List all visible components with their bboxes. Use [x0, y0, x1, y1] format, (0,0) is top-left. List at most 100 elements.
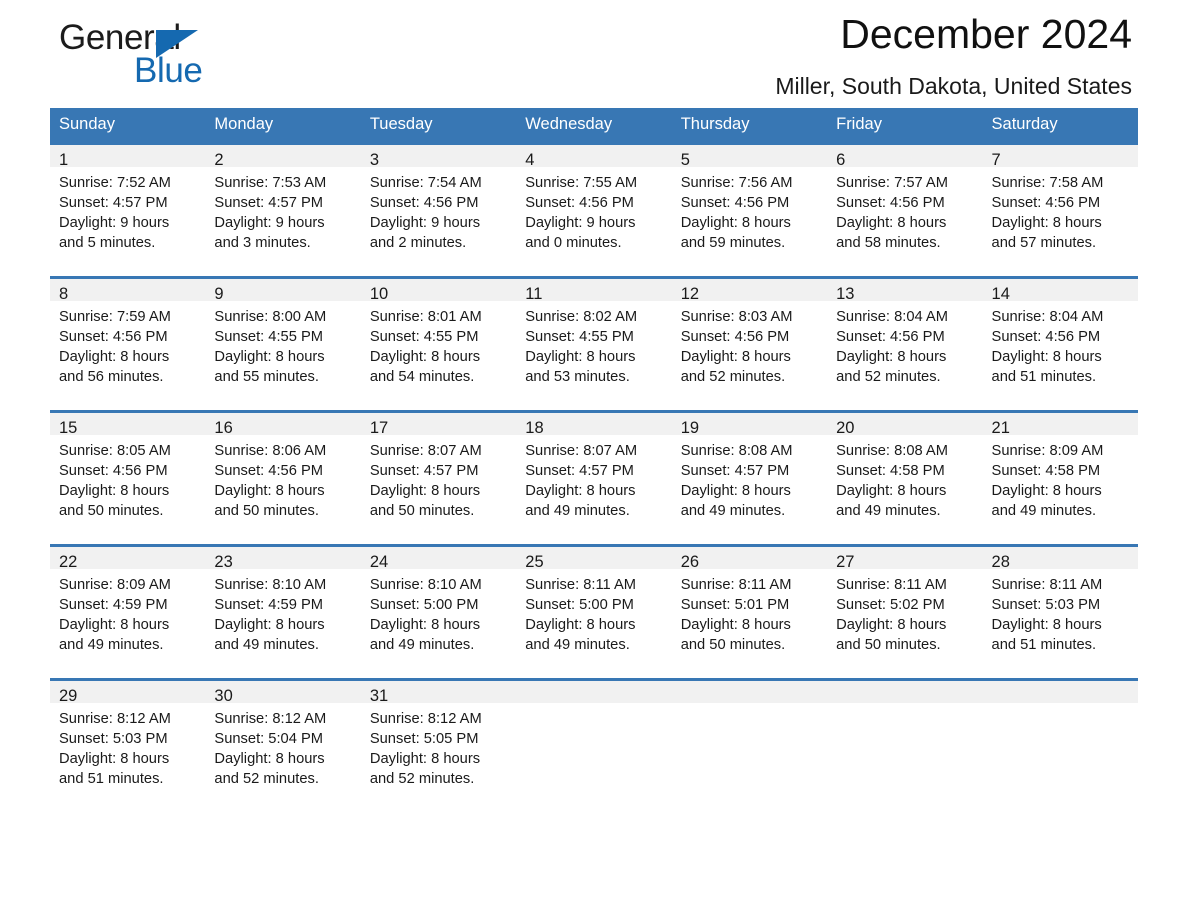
- calendar-day-cell[interactable]: 12 Sunrise: 8:03 AM Sunset: 4:56 PM Dayligh…: [671, 276, 828, 412]
- day-cell-body: 5 Sunrise: 7:56 AM Sunset: 4:56 PM Daylight…: [671, 145, 828, 276]
- sunrise-text: Sunrise: 8:11 AM: [991, 577, 1103, 593]
- sunset-text: Sunset: 5:04 PM: [214, 731, 324, 747]
- daylight-text: and 50 minutes.: [214, 503, 319, 519]
- calendar-day-cell[interactable]: 7 Sunrise: 7:58 AM Sunset: 4:56 PM Daylight…: [982, 142, 1138, 278]
- daylight-text: Daylight: 8 hours: [214, 483, 325, 499]
- day-sun-info: Sunrise: 8:01 AM Sunset: 4:55 PM Daylight:…: [361, 301, 516, 387]
- day-sun-info: Sunrise: 8:10 AM Sunset: 4:59 PM Daylight:…: [205, 569, 360, 655]
- sunrise-text: Sunrise: 8:07 AM: [525, 443, 638, 459]
- daylight-text: and 57 minutes.: [991, 235, 1097, 251]
- daylight-text: Daylight: 9 hours: [525, 215, 636, 231]
- sunrise-text: Sunrise: 8:10 AM: [369, 577, 482, 593]
- day-number: 20: [827, 413, 983, 437]
- calendar-day-cell[interactable]: 28 Sunrise: 8:11 AM Sunset: 5:03 PM Dayligh…: [982, 544, 1138, 680]
- calendar-day-cell[interactable]: 6 Sunrise: 7:57 AM Sunset: 4:56 PM Daylight…: [827, 142, 983, 278]
- day-number: 18: [516, 413, 672, 437]
- weekday-header-friday: Friday: [827, 108, 983, 144]
- sunset-text: Sunset: 4:59 PM: [214, 597, 324, 613]
- day-sun-info: Sunrise: 7:59 AM Sunset: 4:56 PM Daylight:…: [50, 301, 205, 387]
- daylight-text: and 51 minutes.: [991, 637, 1097, 653]
- calendar-day-cell[interactable]: 4 Sunrise: 7:55 AM Sunset: 4:56 PM Daylight…: [516, 142, 672, 278]
- sunset-text: Sunset: 4:56 PM: [680, 195, 790, 211]
- calendar-day-cell[interactable]: 23 Sunrise: 8:10 AM Sunset: 4:59 PM Dayligh…: [205, 544, 361, 680]
- calendar-day-cell[interactable]: 26 Sunrise: 8:11 AM Sunset: 5:01 PM Dayligh…: [671, 544, 828, 680]
- sunrise-text: Sunrise: 8:09 AM: [59, 577, 171, 593]
- calendar-day-cell[interactable]: 21 Sunrise: 8:09 AM Sunset: 4:58 PM Dayligh…: [982, 410, 1138, 546]
- calendar-day-cell[interactable]: 17 Sunrise: 8:07 AM Sunset: 4:57 PM Dayligh…: [360, 410, 517, 546]
- day-sun-info: Sunrise: 8:11 AM Sunset: 5:02 PM Daylight:…: [827, 569, 982, 655]
- day-number: 2: [205, 145, 361, 169]
- sunset-text: Sunset: 4:57 PM: [680, 463, 790, 479]
- location-subtitle: Miller, South Dakota, United States: [775, 73, 1132, 99]
- daylight-text: and 49 minutes.: [59, 637, 164, 653]
- calendar-day-cell[interactable]: 3 Sunrise: 7:54 AM Sunset: 4:56 PM Daylight…: [360, 142, 517, 278]
- calendar-day-cell[interactable]: 2 Sunrise: 7:53 AM Sunset: 4:57 PM Daylight…: [205, 142, 361, 278]
- day-cell-body: 22 Sunrise: 8:09 AM Sunset: 4:59 PM Dayligh…: [50, 547, 206, 678]
- daylight-text: and 53 minutes.: [525, 369, 630, 385]
- day-cell-body: 18 Sunrise: 8:07 AM Sunset: 4:57 PM Dayligh…: [516, 413, 672, 544]
- weekday-header-thursday: Thursday: [671, 108, 828, 144]
- calendar-day-cell[interactable]: 25 Sunrise: 8:11 AM Sunset: 5:00 PM Dayligh…: [516, 544, 672, 680]
- sunrise-text: Sunrise: 7:52 AM: [59, 175, 171, 191]
- daylight-text: and 51 minutes.: [991, 369, 1097, 385]
- day-number: [516, 681, 672, 703]
- calendar-day-cell[interactable]: 31 Sunrise: 8:12 AM Sunset: 5:05 PM Dayligh…: [360, 678, 517, 812]
- day-sun-info: Sunrise: 8:04 AM Sunset: 4:56 PM Daylight:…: [983, 301, 1138, 387]
- day-cell-body: 3 Sunrise: 7:54 AM Sunset: 4:56 PM Daylight…: [360, 145, 517, 276]
- calendar-day-cell[interactable]: 29 Sunrise: 8:12 AM Sunset: 5:03 PM Dayligh…: [50, 678, 206, 812]
- day-cell-body: 29 Sunrise: 8:12 AM Sunset: 5:03 PM Dayligh…: [50, 681, 206, 812]
- calendar-week-row: 8 Sunrise: 7:59 AM Sunset: 4:56 PM Daylight…: [50, 276, 1138, 412]
- daylight-text: and 5 minutes.: [59, 235, 156, 251]
- daylight-text: Daylight: 8 hours: [525, 617, 636, 633]
- calendar-day-cell[interactable]: 8 Sunrise: 7:59 AM Sunset: 4:56 PM Daylight…: [50, 276, 206, 412]
- calendar-day-cell[interactable]: 1 Sunrise: 7:52 AM Sunset: 4:57 PM Daylight…: [50, 142, 206, 278]
- calendar-day-cell[interactable]: 13 Sunrise: 8:04 AM Sunset: 4:56 PM Dayligh…: [827, 276, 983, 412]
- calendar-day-cell[interactable]: 30 Sunrise: 8:12 AM Sunset: 5:04 PM Dayligh…: [205, 678, 361, 812]
- calendar-day-cell[interactable]: 18 Sunrise: 8:07 AM Sunset: 4:57 PM Dayligh…: [516, 410, 672, 546]
- calendar-empty-cell: [671, 678, 828, 812]
- daylight-text: Daylight: 8 hours: [836, 483, 947, 499]
- day-cell-body: [982, 681, 1138, 812]
- sunset-text: Sunset: 5:02 PM: [836, 597, 945, 613]
- sunset-text: Sunset: 4:56 PM: [991, 329, 1101, 345]
- daylight-text: and 56 minutes.: [59, 369, 164, 385]
- daylight-text: and 49 minutes.: [680, 503, 786, 519]
- calendar-day-cell[interactable]: 9 Sunrise: 8:00 AM Sunset: 4:55 PM Daylight…: [205, 276, 361, 412]
- day-sun-info: Sunrise: 8:11 AM Sunset: 5:00 PM Daylight:…: [516, 569, 671, 655]
- day-sun-info: Sunrise: 8:08 AM Sunset: 4:58 PM Daylight:…: [827, 435, 982, 521]
- daylight-text: Daylight: 8 hours: [680, 483, 791, 499]
- calendar-day-cell[interactable]: 19 Sunrise: 8:08 AM Sunset: 4:57 PM Dayligh…: [671, 410, 828, 546]
- day-number: 5: [671, 145, 828, 169]
- calendar-day-cell[interactable]: 22 Sunrise: 8:09 AM Sunset: 4:59 PM Dayligh…: [50, 544, 206, 680]
- daylight-text: Daylight: 9 hours: [214, 215, 325, 231]
- day-sun-info: Sunrise: 8:07 AM Sunset: 4:57 PM Daylight:…: [361, 435, 516, 521]
- sunset-text: Sunset: 4:57 PM: [214, 195, 324, 211]
- day-cell-body: 19 Sunrise: 8:08 AM Sunset: 4:57 PM Dayligh…: [671, 413, 828, 544]
- day-cell-body: 15 Sunrise: 8:05 AM Sunset: 4:56 PM Dayligh…: [50, 413, 206, 544]
- calendar-day-cell[interactable]: 16 Sunrise: 8:06 AM Sunset: 4:56 PM Dayligh…: [205, 410, 361, 546]
- calendar-day-cell[interactable]: 24 Sunrise: 8:10 AM Sunset: 5:00 PM Dayligh…: [360, 544, 517, 680]
- sunset-text: Sunset: 5:00 PM: [525, 597, 634, 613]
- calendar-day-cell[interactable]: 5 Sunrise: 7:56 AM Sunset: 4:56 PM Daylight…: [671, 142, 828, 278]
- daylight-text: Daylight: 8 hours: [369, 751, 481, 767]
- day-number: 22: [50, 547, 206, 571]
- daylight-text: Daylight: 8 hours: [680, 349, 791, 365]
- day-number: 12: [671, 279, 828, 303]
- sunset-text: Sunset: 4:59 PM: [59, 597, 168, 613]
- calendar-table: Sunday Monday Tuesday Wednesday Thursday…: [50, 108, 1138, 812]
- general-blue-logo[interactable]: General Blue: [59, 18, 309, 98]
- daylight-text: Daylight: 8 hours: [680, 215, 791, 231]
- day-cell-body: 9 Sunrise: 8:00 AM Sunset: 4:55 PM Daylight…: [205, 279, 361, 410]
- calendar-day-cell[interactable]: 10 Sunrise: 8:01 AM Sunset: 4:55 PM Dayligh…: [360, 276, 517, 412]
- sunset-text: Sunset: 4:56 PM: [680, 329, 790, 345]
- calendar-day-cell[interactable]: 15 Sunrise: 8:05 AM Sunset: 4:56 PM Dayligh…: [50, 410, 206, 546]
- calendar-day-cell[interactable]: 11 Sunrise: 8:02 AM Sunset: 4:55 PM Dayligh…: [516, 276, 672, 412]
- sunrise-text: Sunrise: 8:09 AM: [991, 443, 1104, 459]
- calendar-day-cell[interactable]: 20 Sunrise: 8:08 AM Sunset: 4:58 PM Dayligh…: [827, 410, 983, 546]
- sunrise-text: Sunrise: 8:12 AM: [369, 711, 482, 727]
- calendar-day-cell[interactable]: 27 Sunrise: 8:11 AM Sunset: 5:02 PM Dayligh…: [827, 544, 983, 680]
- calendar-day-cell[interactable]: 14 Sunrise: 8:04 AM Sunset: 4:56 PM Dayligh…: [982, 276, 1138, 412]
- day-sun-info: Sunrise: 8:12 AM Sunset: 5:04 PM Daylight:…: [205, 703, 360, 789]
- daylight-text: and 52 minutes.: [836, 369, 941, 385]
- calendar-empty-cell: [982, 678, 1138, 812]
